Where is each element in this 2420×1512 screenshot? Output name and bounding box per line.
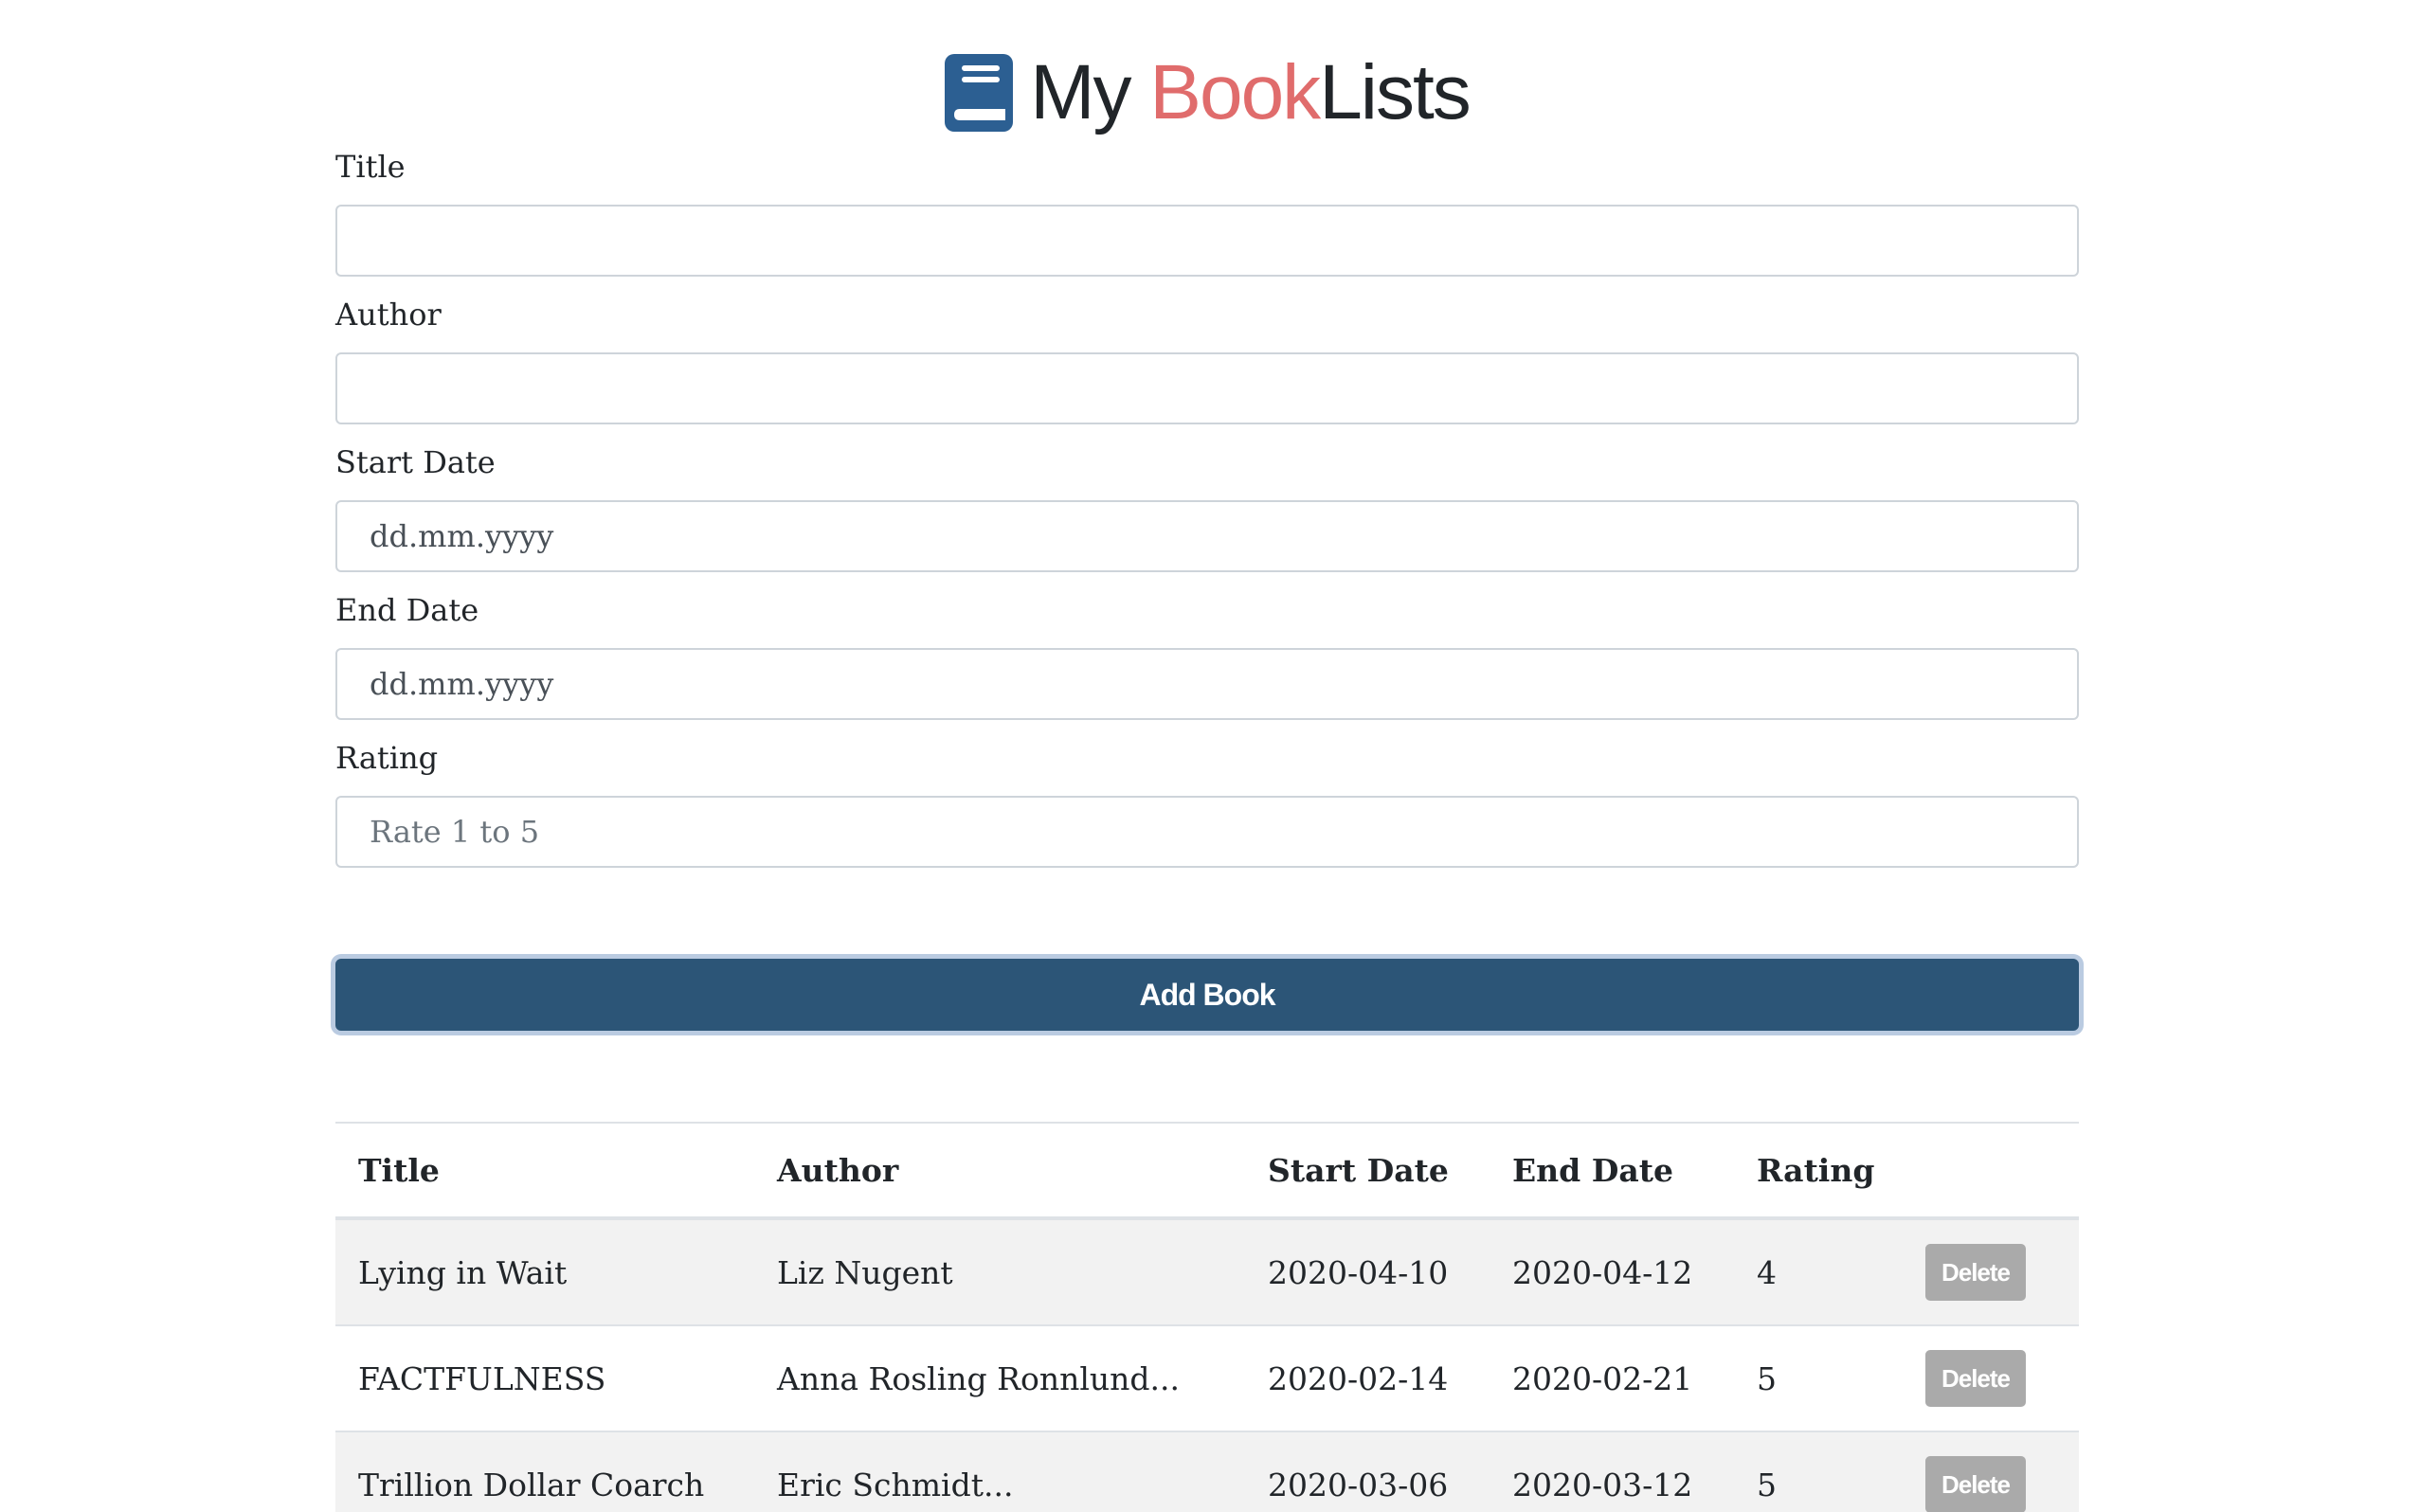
end-date-input[interactable] (335, 648, 2079, 720)
end-date-label: End Date (335, 592, 479, 628)
book-start-date-cell: 2020-04-10 (1245, 1217, 1490, 1325)
column-header-actions (1903, 1122, 2079, 1220)
table-row: Lying in Wait Liz Nugent 2020-04-10 2020… (335, 1217, 2079, 1325)
column-header-start-date: Start Date (1245, 1122, 1490, 1220)
book-end-date-cell: 2020-04-12 (1490, 1217, 1734, 1325)
app-title-accent: Book (1149, 49, 1321, 135)
add-book-button[interactable]: Add Book (335, 959, 2079, 1031)
column-header-end-date: End Date (1490, 1122, 1734, 1220)
delete-button[interactable]: Delete (1925, 1456, 2026, 1512)
table-row: FACTFULNESS Anna Rosling Ronnlund... 202… (335, 1324, 2079, 1431)
book-rating-cell: 5 (1734, 1324, 1903, 1431)
author-input[interactable] (335, 352, 2079, 424)
start-date-label: Start Date (335, 444, 496, 480)
title-input[interactable] (335, 205, 2079, 277)
delete-button[interactable]: Delete (1925, 1244, 2026, 1301)
app-title-part2: Lists (1319, 49, 1472, 135)
column-header-title: Title (335, 1122, 754, 1220)
book-list-table: Title Author Start Date End Date Rating … (335, 1122, 2079, 1512)
app-title: My BookLists (1030, 54, 1472, 132)
book-author-cell: Anna Rosling Ronnlund... (754, 1324, 1245, 1431)
book-title-cell: Trillion Dollar Coarch (335, 1431, 754, 1512)
book-author-cell: Eric Schmidt... (754, 1431, 1245, 1512)
book-end-date-cell: 2020-03-12 (1490, 1431, 1734, 1512)
book-title-cell: FACTFULNESS (335, 1324, 754, 1431)
rating-label: Rating (335, 740, 439, 776)
book-end-date-cell: 2020-02-21 (1490, 1324, 1734, 1431)
page: My BookLists Title Author Start Date End… (0, 0, 2420, 1512)
column-header-rating: Rating (1734, 1122, 1903, 1220)
table-header-row: Title Author Start Date End Date Rating (335, 1122, 2079, 1220)
table-row: Trillion Dollar Coarch Eric Schmidt... 2… (335, 1431, 2079, 1512)
app-header: My BookLists (335, 45, 2079, 140)
book-start-date-cell: 2020-03-06 (1245, 1431, 1490, 1512)
app-title-part1: My (1030, 49, 1150, 135)
book-author-cell: Liz Nugent (754, 1217, 1245, 1325)
book-action-cell: Delete (1903, 1217, 2079, 1325)
column-header-author: Author (754, 1122, 1245, 1220)
author-label: Author (335, 297, 442, 333)
book-action-cell: Delete (1903, 1324, 2079, 1431)
book-action-cell: Delete (1903, 1431, 2079, 1512)
book-rating-cell: 4 (1734, 1217, 1903, 1325)
book-start-date-cell: 2020-02-14 (1245, 1324, 1490, 1431)
book-title-cell: Lying in Wait (335, 1217, 754, 1325)
book-rating-cell: 5 (1734, 1431, 1903, 1512)
delete-button[interactable]: Delete (1925, 1350, 2026, 1407)
title-label: Title (335, 149, 406, 185)
book-icon (945, 54, 1014, 132)
start-date-input[interactable] (335, 500, 2079, 572)
rating-input[interactable] (335, 796, 2079, 868)
